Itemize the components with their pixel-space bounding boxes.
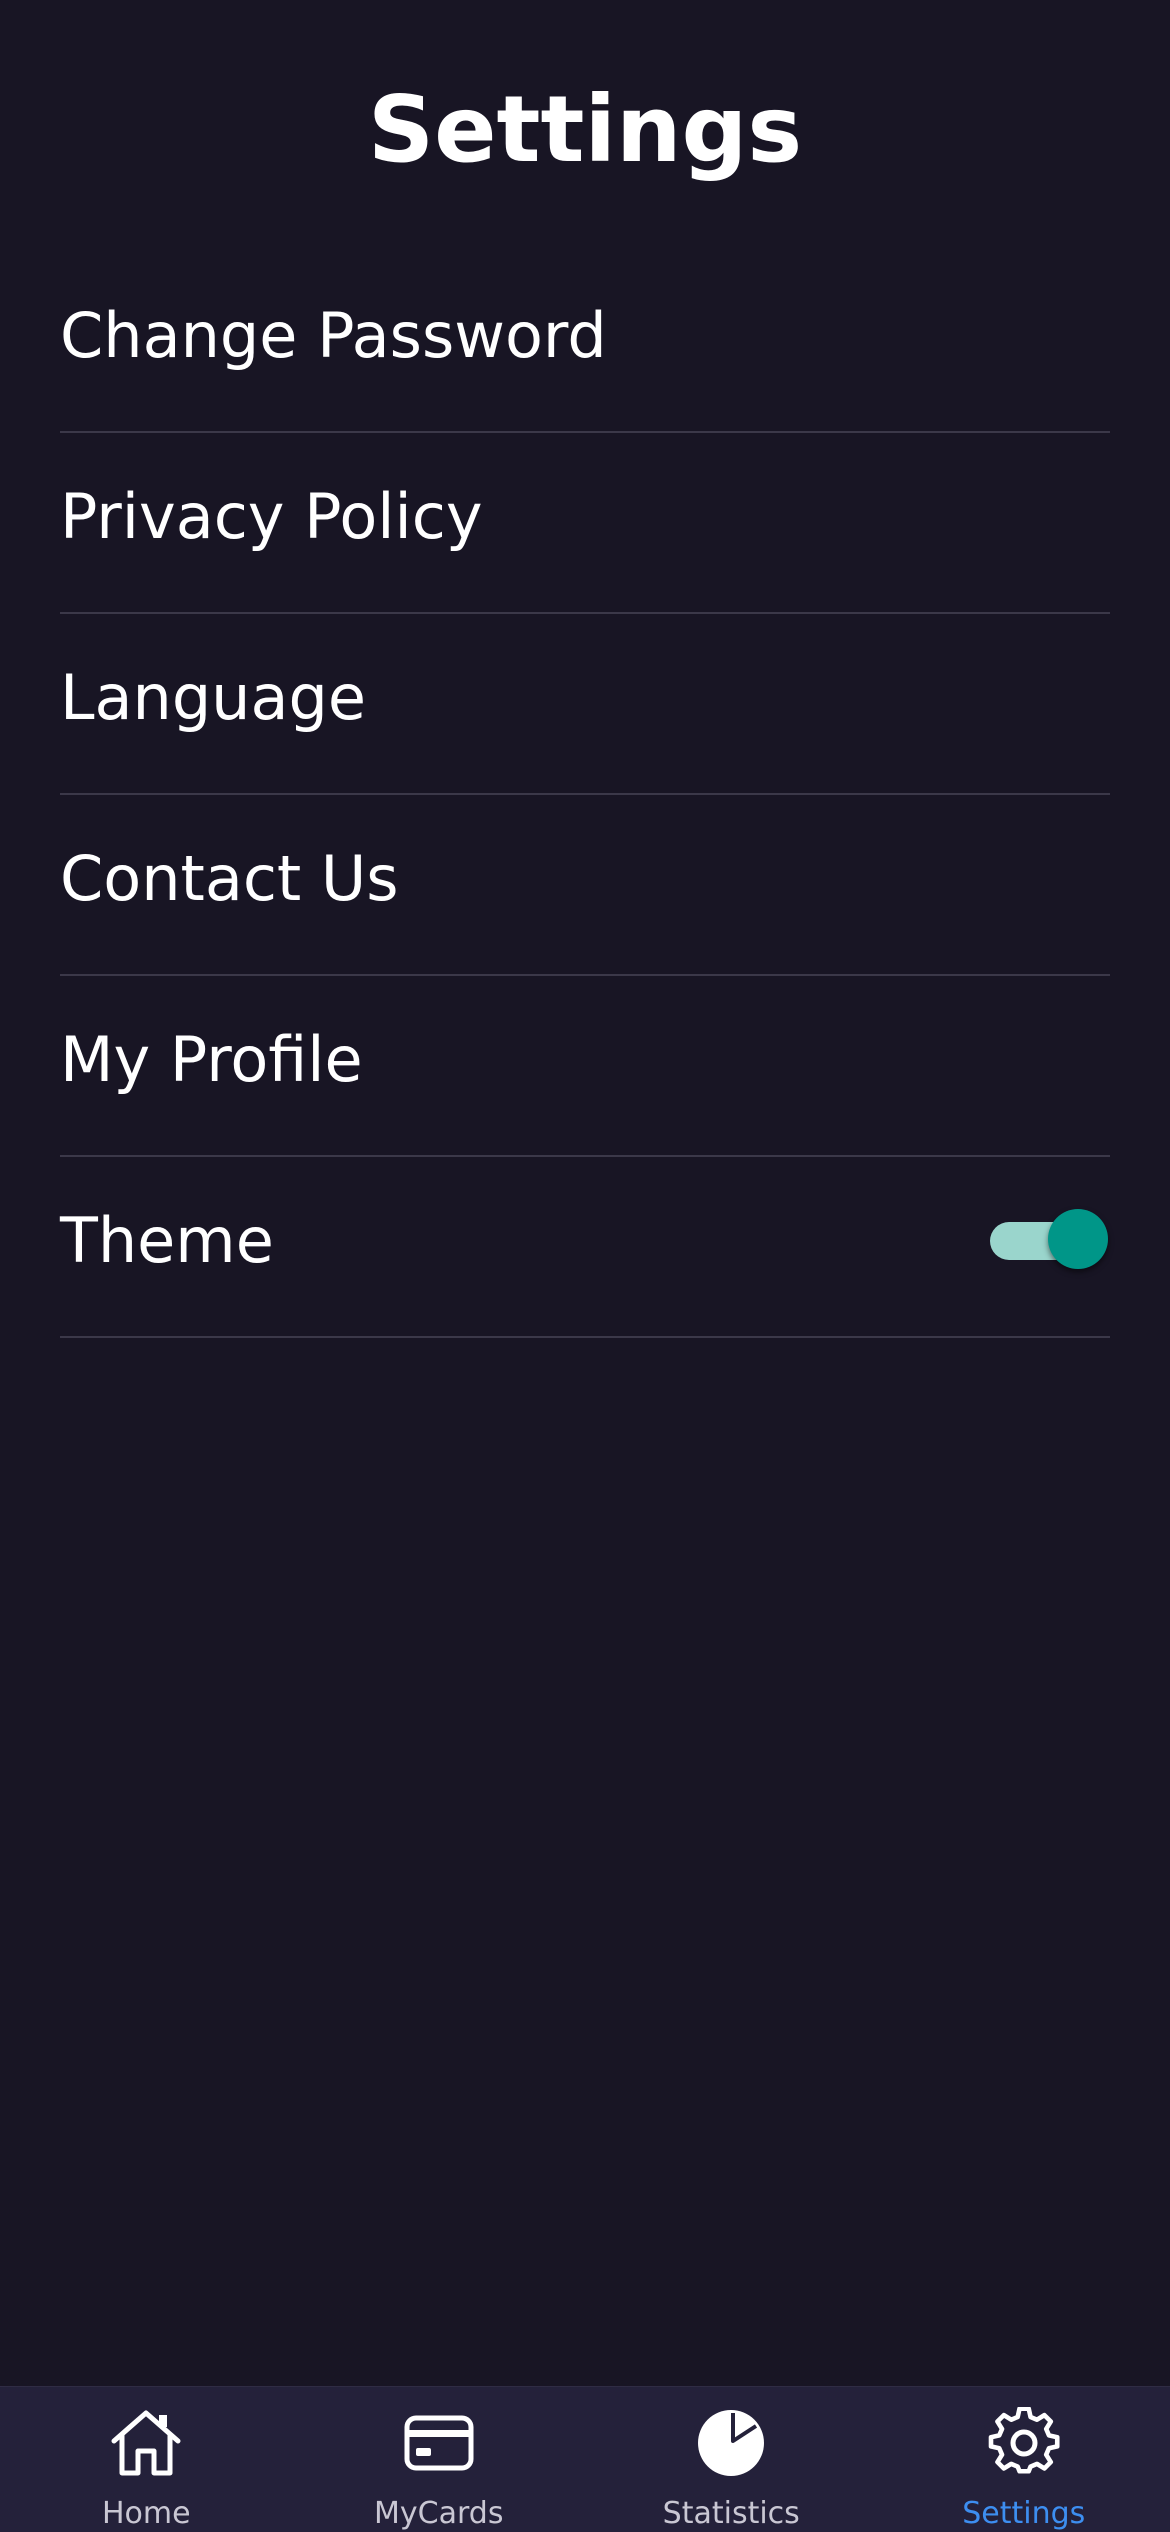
gear-icon (984, 2403, 1064, 2483)
home-icon (106, 2403, 186, 2483)
nav-label: Statistics (662, 2496, 800, 2531)
settings-item-theme: Theme (60, 1157, 1110, 1338)
settings-item-my-profile[interactable]: My Profile (60, 976, 1110, 1157)
pie-chart-icon (691, 2403, 771, 2483)
nav-label: MyCards (374, 2496, 504, 2531)
settings-item-privacy-policy[interactable]: Privacy Policy (60, 433, 1110, 614)
settings-item-language[interactable]: Language (60, 614, 1110, 795)
settings-item-contact-us[interactable]: Contact Us (60, 795, 1110, 976)
nav-item-settings[interactable]: Settings (878, 2387, 1170, 2532)
settings-item-label: Privacy Policy (60, 479, 483, 553)
settings-list: Change Password Privacy Policy Language … (60, 252, 1110, 1338)
settings-item-label: My Profile (60, 1022, 363, 1096)
bottom-nav: Home MyCards Statistics Settings (0, 2386, 1170, 2532)
settings-item-label: Contact Us (60, 841, 399, 915)
nav-item-mycards[interactable]: MyCards (293, 2387, 586, 2532)
settings-item-change-password[interactable]: Change Password (60, 252, 1110, 433)
nav-label: Settings (962, 2496, 1086, 2531)
toggle-thumb (1048, 1208, 1108, 1269)
settings-item-label: Change Password (60, 298, 607, 372)
nav-item-home[interactable]: Home (0, 2387, 293, 2532)
nav-item-statistics[interactable]: Statistics (585, 2387, 878, 2532)
page-title: Settings (367, 76, 803, 183)
theme-toggle[interactable] (988, 1207, 1108, 1271)
settings-item-label: Theme (60, 1203, 274, 1277)
settings-item-label: Language (60, 660, 366, 734)
card-icon (399, 2403, 479, 2483)
nav-label: Home (101, 2496, 191, 2531)
settings-screen: Settings Change Password Privacy Policy … (0, 0, 1170, 2532)
